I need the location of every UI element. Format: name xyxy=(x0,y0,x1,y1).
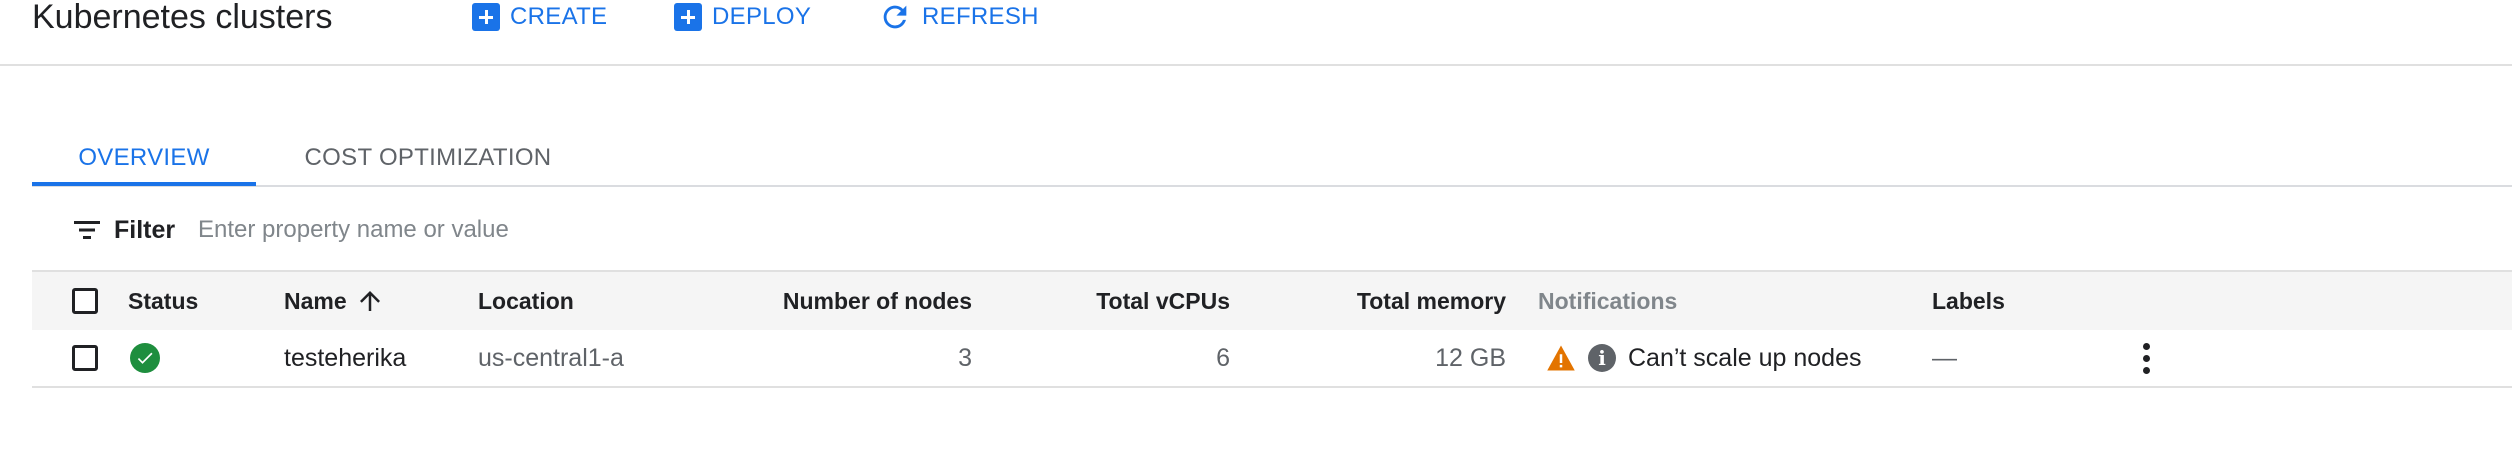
row-checkbox[interactable] xyxy=(72,345,98,371)
status-ok-icon xyxy=(130,343,160,373)
tab-overview[interactable]: OVERVIEW xyxy=(32,132,256,184)
column-header-status[interactable]: Status xyxy=(128,272,198,330)
notification-text[interactable]: Can’t scale up nodes xyxy=(1628,344,1861,373)
notification-cell[interactable]: i Can’t scale up nodes xyxy=(1546,330,1861,386)
column-header-name-label: Name xyxy=(284,287,347,314)
deploy-button-label: DEPLOY xyxy=(712,3,812,30)
row-select-cell[interactable] xyxy=(72,330,98,386)
column-header-name[interactable]: Name xyxy=(284,272,385,330)
column-header-vcpus[interactable]: Total vCPUs xyxy=(1012,272,1230,330)
memory-cell: 12 GB xyxy=(1435,343,1506,372)
cluster-name-link[interactable]: testeherika xyxy=(284,330,406,386)
refresh-icon xyxy=(878,0,912,34)
more-vert-icon[interactable] xyxy=(2136,338,2156,378)
select-all-cell[interactable] xyxy=(72,272,98,330)
column-header-labels: Labels xyxy=(1932,287,2005,314)
column-header-nodes[interactable]: Number of nodes xyxy=(732,272,972,330)
tab-cost-optimization[interactable]: COST OPTIMIZATION xyxy=(276,132,580,184)
tabs-divider xyxy=(32,185,2512,187)
row-actions-cell[interactable] xyxy=(2136,330,2156,386)
select-all-checkbox[interactable] xyxy=(72,288,98,314)
active-tab-indicator xyxy=(32,182,256,186)
info-icon: i xyxy=(1588,344,1616,372)
status-cell xyxy=(130,330,160,386)
filter-label[interactable]: Filter xyxy=(114,216,175,244)
vcpus-cell: 6 xyxy=(1216,343,1230,372)
add-box-icon xyxy=(674,3,702,31)
create-button[interactable]: CREATE xyxy=(472,0,607,34)
refresh-button[interactable]: REFRESH xyxy=(878,0,1039,34)
filter-input[interactable] xyxy=(198,214,1098,246)
location-cell: us-central1-a xyxy=(478,343,624,372)
create-button-label: CREATE xyxy=(510,3,608,30)
add-box-icon xyxy=(472,3,500,31)
table-row[interactable]: testeherika us-central1-a 3 6 12 GB i Ca… xyxy=(32,330,2512,388)
page-title: Kubernetes clusters xyxy=(32,0,333,36)
column-header-notifications: Notifications xyxy=(1538,287,1678,314)
filter-icon[interactable] xyxy=(72,218,102,242)
column-header-memory[interactable]: Total memory xyxy=(1262,272,1506,330)
labels-cell: — xyxy=(1932,343,1957,372)
deploy-button[interactable]: DEPLOY xyxy=(674,0,811,34)
refresh-button-label: REFRESH xyxy=(922,3,1039,30)
nodes-cell: 3 xyxy=(958,343,972,372)
table-header: Status Name Location Number of nodes Tot… xyxy=(32,270,2512,332)
header-divider xyxy=(0,64,2512,66)
column-header-location[interactable]: Location xyxy=(478,272,574,330)
warning-icon xyxy=(1547,345,1575,371)
sort-ascending-icon xyxy=(359,291,380,311)
